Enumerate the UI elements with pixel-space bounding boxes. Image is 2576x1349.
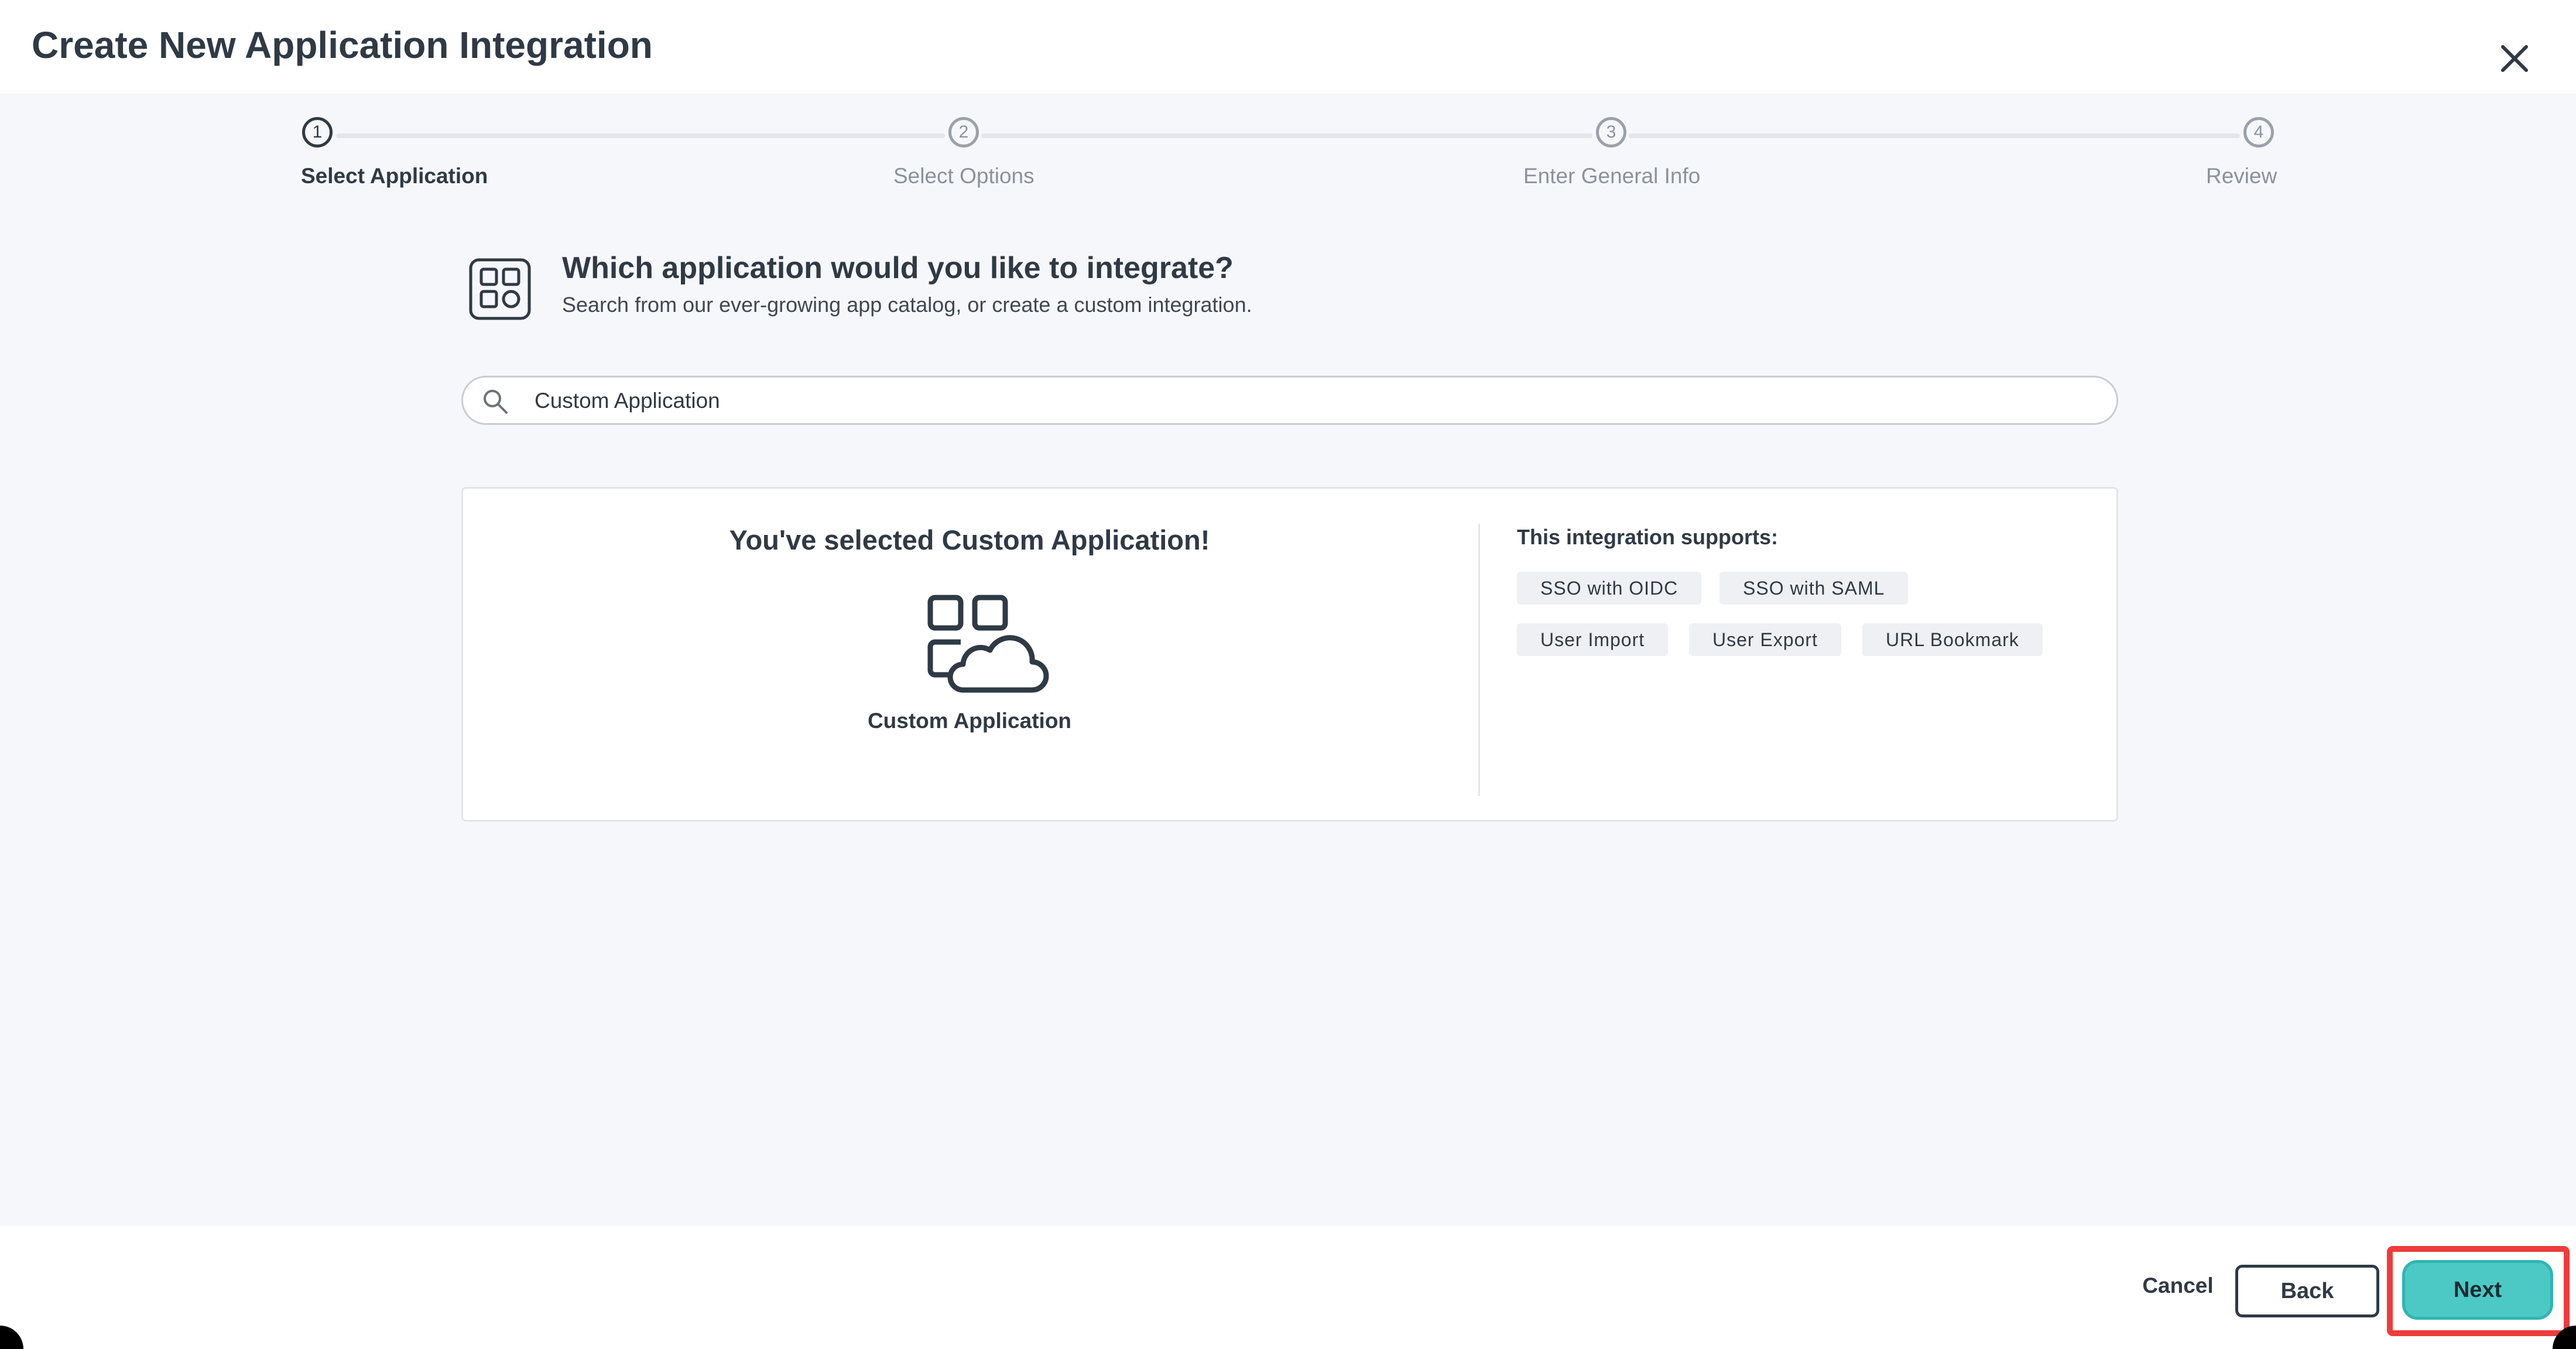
next-button[interactable]: Next [2402,1260,2553,1320]
search-input[interactable] [533,383,2087,418]
intro-title: Which application would you like to inte… [562,251,1234,285]
selection-heading: You've selected Custom Application! [729,524,1210,555]
step-number: 2 [948,117,979,147]
capability-tag: SSO with SAML [1719,572,1909,605]
dialog-title: Create New Application Integration [32,24,653,66]
search-field[interactable] [461,376,2118,425]
step-number: 4 [2243,117,2274,147]
close-button[interactable] [2491,35,2538,82]
selected-application-card: You've selected Custom Application! Cust… [461,487,2118,822]
dialog-body: 1 Select Application 2 Select Options 3 … [0,94,2576,1226]
back-button[interactable]: Back [2235,1265,2379,1317]
capability-tag: User Export [1689,623,1841,656]
stepper-connector [1629,133,2240,138]
cancel-button[interactable]: Cancel [2131,1261,2225,1310]
step-label: Enter General Info [1523,164,1701,188]
capability-tag: User Import [1517,623,1669,656]
intro-subtitle: Search from our ever-growing app catalog… [562,293,1252,317]
step-label: Select Application [301,164,488,188]
step-number: 3 [1596,117,1626,147]
search-icon [484,390,508,414]
card-divider [1478,524,1480,796]
stepper-connector [336,133,945,138]
dialog-footer: Cancel Back Next [0,1226,2576,1349]
step-label: Review [2206,164,2277,188]
close-icon [2501,45,2528,72]
step-label: Select Options [893,164,1034,188]
step-number: 1 [302,117,333,147]
capability-tag: URL Bookmark [1862,623,2043,656]
app-grid-icon [469,258,531,320]
selected-app-name: Custom Application [867,709,1072,733]
custom-app-cloud-icon [927,595,1049,693]
dialog-header: Create New Application Integration [0,0,2576,94]
capability-tag: SSO with OIDC [1517,572,1702,605]
supports-title: This integration supports: [1517,525,1778,549]
stepper-connector [981,133,1592,138]
